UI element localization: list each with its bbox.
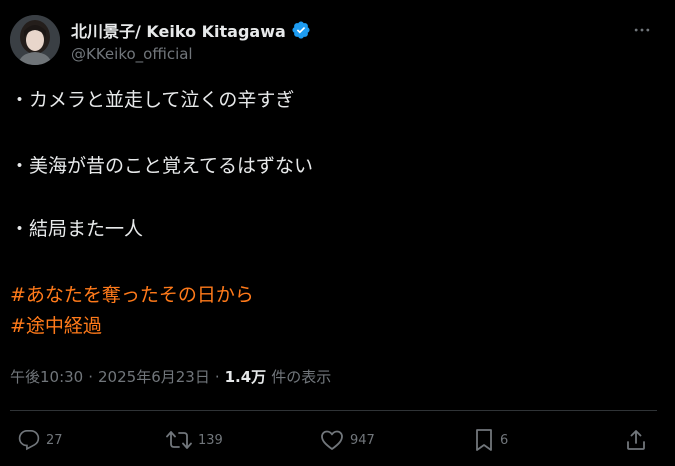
- meta-separator: ·: [214, 368, 220, 386]
- reply-icon: [18, 430, 40, 451]
- display-name[interactable]: 北川景子/ Keiko Kitagawa: [71, 18, 286, 42]
- meta-separator: ·: [88, 368, 94, 386]
- bookmark-icon: [476, 429, 492, 451]
- more-button[interactable]: [628, 18, 656, 42]
- bookmark-count: 6: [500, 432, 509, 448]
- share-button[interactable]: [625, 428, 647, 452]
- hashtag-link[interactable]: #途中経過: [10, 314, 102, 338]
- author-handle[interactable]: @KKeiko_official: [71, 45, 193, 63]
- tweet: 北川景子/ Keiko Kitagawa @KKeiko_official ・カ…: [0, 0, 675, 466]
- like-button[interactable]: 947: [320, 428, 375, 452]
- tweet-text-line: ・結局また一人: [10, 218, 144, 240]
- views-label: 件の表示: [271, 368, 332, 386]
- divider: [10, 410, 657, 411]
- more-icon: [634, 28, 650, 32]
- verified-badge-icon: [291, 20, 311, 40]
- views-count[interactable]: 1.4万: [225, 366, 267, 387]
- hashtag-link[interactable]: #あなたを奪ったその日から: [10, 283, 254, 307]
- retweet-icon: [166, 431, 192, 449]
- author-name[interactable]: 北川景子/ Keiko Kitagawa: [71, 18, 311, 42]
- bookmark-button[interactable]: 6: [474, 428, 508, 452]
- avatar[interactable]: [10, 15, 60, 65]
- tweet-text-line: ・美海が昔のこと覚えてるはずない: [10, 155, 314, 177]
- tweet-time[interactable]: 午後10:30: [10, 366, 83, 387]
- like-icon: [321, 430, 343, 450]
- tweet-date[interactable]: 2025年6月23日: [98, 366, 210, 387]
- retweet-count: 139: [198, 432, 223, 448]
- like-count: 947: [350, 432, 375, 448]
- share-icon: [627, 430, 645, 450]
- tweet-meta: 午後10:30 · 2025年6月23日 · 1.4万 件の表示: [10, 366, 331, 387]
- reply-count: 27: [46, 432, 63, 448]
- retweet-button[interactable]: 139: [166, 428, 223, 452]
- reply-button[interactable]: 27: [18, 428, 63, 452]
- tweet-text-line: ・カメラと並走して泣くの辛すぎ: [10, 89, 295, 111]
